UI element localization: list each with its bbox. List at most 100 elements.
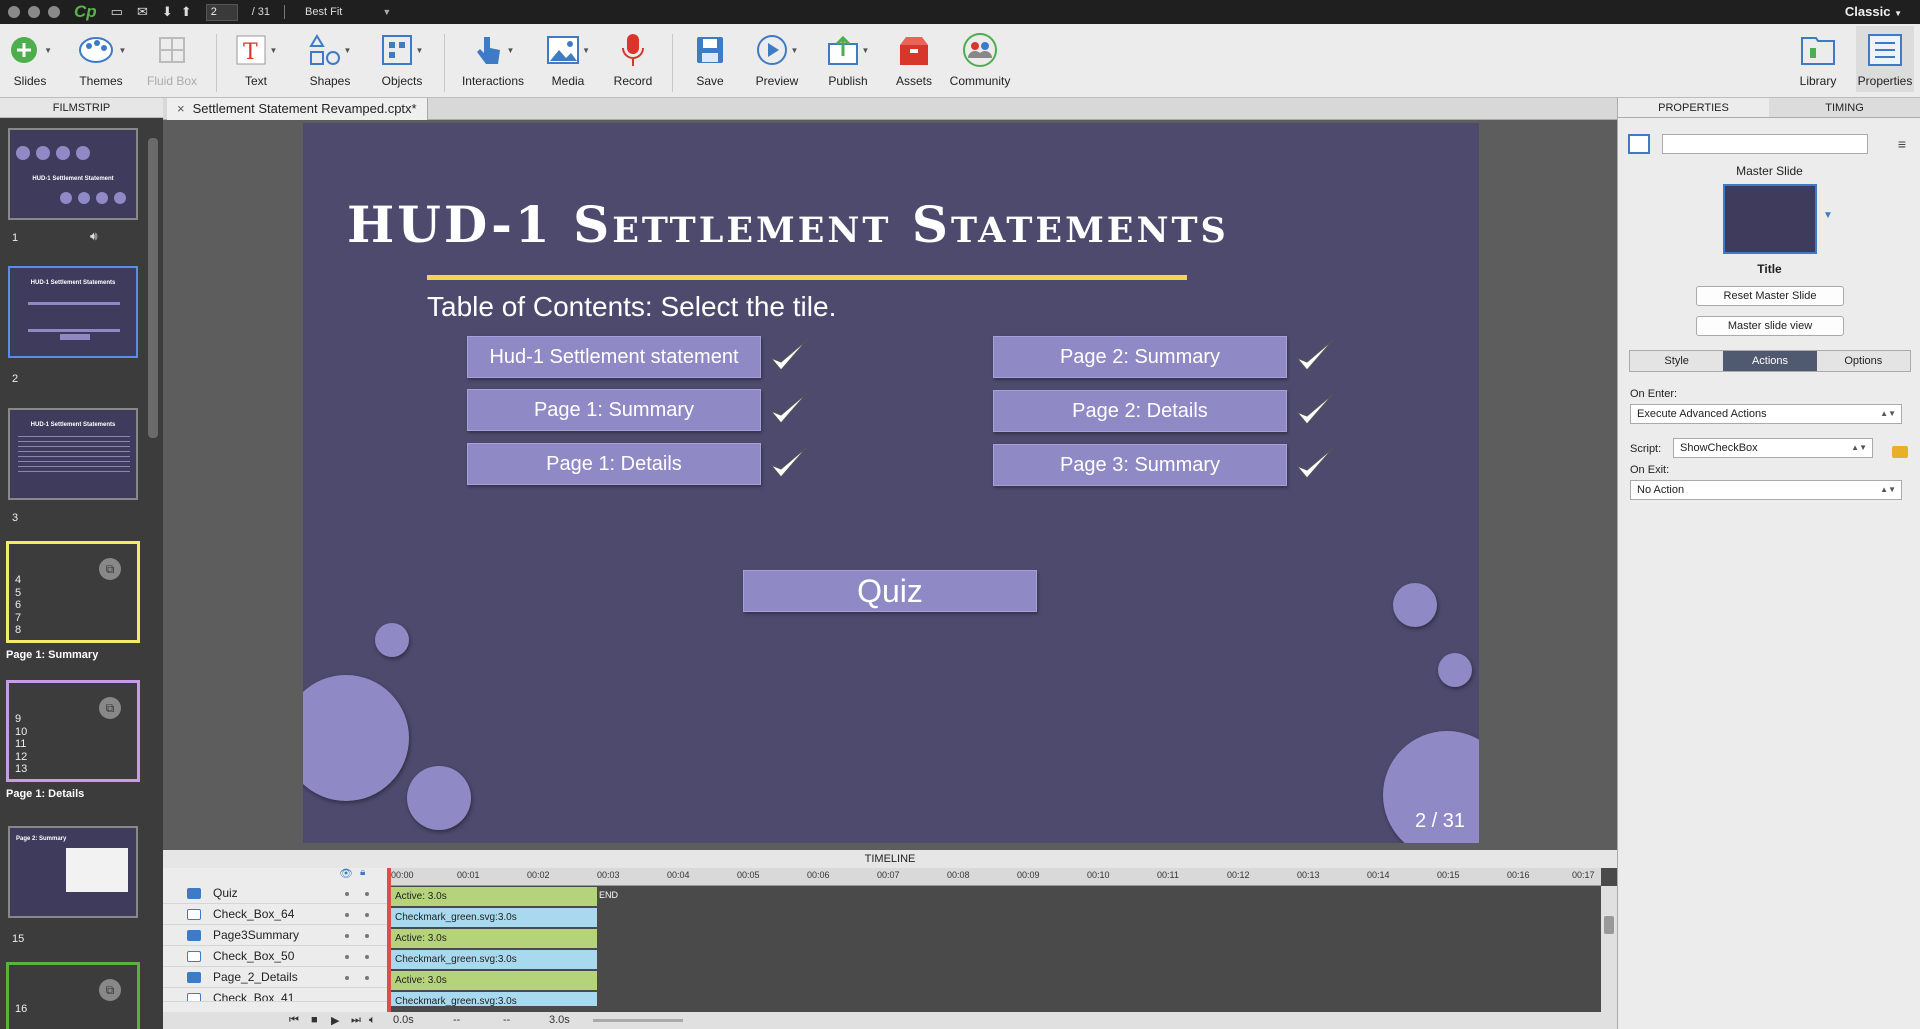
interactions-button[interactable]: ▼ Interactions: [460, 30, 526, 88]
decorative-circle[interactable]: [375, 623, 409, 657]
tab-options[interactable]: Options: [1817, 351, 1910, 371]
checkmark-icon[interactable]: [767, 336, 811, 376]
forward-icon[interactable]: ⏭: [351, 1014, 361, 1027]
mail-icon[interactable]: ✉: [137, 4, 148, 20]
checkmark-icon[interactable]: [767, 443, 811, 483]
slide-thumbnail-3[interactable]: HUD-1 Settlement Statements: [8, 408, 138, 500]
slide-subtitle[interactable]: Table of Contents: Select the tile.: [427, 291, 836, 323]
reset-master-slide-button[interactable]: Reset Master Slide: [1696, 286, 1844, 306]
filmstrip-scrollbar[interactable]: [148, 138, 158, 438]
timeline-bar[interactable]: Active: 3.0s: [387, 971, 597, 990]
slide-group-page1-summary[interactable]: ⧉ 45678: [6, 541, 140, 643]
checkmark-icon[interactable]: [1293, 444, 1337, 484]
text-button[interactable]: T ▼ Text: [232, 30, 280, 88]
checkmark-icon[interactable]: [1293, 390, 1337, 430]
chevron-down-icon[interactable]: ▼: [1823, 210, 1833, 221]
object-style-icon[interactable]: [1628, 134, 1650, 154]
stop-icon[interactable]: ■: [311, 1014, 318, 1026]
publish-button[interactable]: ▼ Publish: [822, 30, 874, 88]
timeline-row[interactable]: Page3Summary: [163, 925, 387, 946]
arrow-up-icon[interactable]: ⬆: [181, 4, 192, 20]
checkmark-icon[interactable]: [1293, 336, 1337, 376]
timeline-ruler[interactable]: 00:00 00:01 00:02 00:03 00:04 00:05 00:0…: [387, 868, 1601, 886]
zoom-window-button[interactable]: [48, 6, 60, 18]
slides-button[interactable]: ▼ Slides: [8, 30, 52, 88]
preview-screen-icon[interactable]: ▭: [111, 4, 123, 20]
object-name-input[interactable]: [1662, 134, 1868, 154]
shapes-button[interactable]: ▼ Shapes: [306, 30, 354, 88]
slide-thumbnail-1[interactable]: HUD-1 Settlement Statement: [8, 128, 138, 220]
slide-thumbnail-15[interactable]: Page 2: Summary: [8, 826, 138, 918]
timeline-bar[interactable]: Checkmark_green.svg:3.0s: [387, 908, 597, 927]
panel-menu-icon[interactable]: ≡: [1898, 136, 1906, 152]
document-tab[interactable]: × Settlement Statement Revamped.cptx*: [167, 98, 428, 120]
zoom-select[interactable]: Best Fit: [305, 6, 342, 18]
scrollbar-thumb[interactable]: [1604, 916, 1614, 934]
arrow-down-icon[interactable]: ⬇: [162, 4, 173, 20]
timeline-playhead[interactable]: [387, 868, 391, 1012]
toc-button[interactable]: Hud-1 Settlement statement: [467, 336, 761, 378]
assets-button[interactable]: Assets: [892, 30, 936, 88]
decorative-circle[interactable]: [1438, 653, 1472, 687]
community-button[interactable]: Community: [946, 30, 1014, 88]
lock-icon[interactable]: 🔒︎: [360, 867, 365, 878]
slide-group-page1-details[interactable]: ⧉ 9 10 11 12 13: [6, 680, 140, 782]
tab-timing[interactable]: TIMING: [1769, 98, 1920, 117]
slide-group-3[interactable]: ⧉ 16: [6, 962, 140, 1029]
toc-button[interactable]: Page 3: Summary: [993, 444, 1287, 486]
script-select[interactable]: ShowCheckBox ▲▼: [1673, 438, 1873, 458]
themes-button[interactable]: ▼ Themes: [74, 30, 128, 88]
timeline-bar[interactable]: Checkmark_green.svg:3.0s: [387, 950, 597, 969]
timeline-bar[interactable]: Checkmark_green.svg:3.0s: [387, 992, 597, 1006]
speaker-icon[interactable]: 🔈︎: [369, 1014, 376, 1027]
timeline-bar[interactable]: Active: 3.0s: [387, 929, 597, 948]
properties-button[interactable]: Properties: [1856, 26, 1914, 92]
slide-title[interactable]: HUD-1 Settlement Statements: [347, 195, 1229, 254]
toc-button[interactable]: Page 1: Details: [467, 443, 761, 485]
close-window-button[interactable]: [8, 6, 20, 18]
timeline-scrollbar[interactable]: [1601, 886, 1617, 1012]
timeline-row[interactable]: Check_Box_41: [163, 988, 387, 1002]
timeline-row[interactable]: Check_Box_64: [163, 904, 387, 925]
tab-style[interactable]: Style: [1630, 351, 1723, 371]
toc-button[interactable]: Page 2: Details: [993, 390, 1287, 432]
rewind-icon[interactable]: ⏮: [289, 1014, 299, 1027]
master-slide-thumbnail[interactable]: [1723, 184, 1817, 254]
zoom-slider[interactable]: [593, 1019, 683, 1022]
tab-properties[interactable]: PROPERTIES: [1618, 98, 1769, 117]
folder-icon[interactable]: [1892, 446, 1908, 458]
slide-counter[interactable]: 2 / 31: [1415, 810, 1465, 833]
workspace-switcher[interactable]: Classic ▼: [1845, 4, 1902, 19]
play-icon[interactable]: ▶: [331, 1014, 339, 1027]
on-enter-select[interactable]: Execute Advanced Actions ▲▼: [1630, 404, 1902, 424]
chevron-down-icon[interactable]: ▼: [382, 7, 391, 17]
preview-button[interactable]: ▼ Preview: [752, 30, 802, 88]
timeline-row[interactable]: Page_2_Details: [163, 967, 387, 988]
minimize-window-button[interactable]: [28, 6, 40, 18]
on-exit-select[interactable]: No Action ▲▼: [1630, 480, 1902, 500]
record-button[interactable]: Record: [610, 30, 656, 88]
checkmark-icon[interactable]: [767, 389, 811, 429]
quiz-button[interactable]: Quiz: [743, 570, 1037, 612]
toc-button[interactable]: Page 1: Summary: [467, 389, 761, 431]
slide-thumbnail-2[interactable]: HUD-1 Settlement Statements: [8, 266, 138, 358]
save-button[interactable]: Save: [688, 30, 732, 88]
master-slide-view-button[interactable]: Master slide view: [1696, 316, 1844, 336]
eye-icon[interactable]: 👁︎: [339, 867, 353, 880]
title-underline[interactable]: [427, 275, 1187, 280]
timeline-row[interactable]: Check_Box_50: [163, 946, 387, 967]
objects-button[interactable]: ▼ Objects: [378, 30, 426, 88]
close-tab-icon[interactable]: ×: [177, 101, 185, 116]
toc-button[interactable]: Page 2: Summary: [993, 336, 1287, 378]
timeline-row[interactable]: Quiz: [163, 883, 387, 904]
tab-actions[interactable]: Actions: [1723, 351, 1817, 371]
decorative-circle[interactable]: [303, 675, 409, 801]
library-button[interactable]: Library: [1792, 30, 1844, 88]
fluid-box-button[interactable]: Fluid Box: [146, 30, 198, 88]
slide-canvas[interactable]: HUD-1 Settlement Statements Table of Con…: [303, 123, 1479, 843]
media-button[interactable]: ▼ Media: [546, 30, 590, 88]
timeline-bar[interactable]: Active: 3.0s: [387, 887, 597, 906]
page-number-input[interactable]: [205, 3, 238, 21]
decorative-circle[interactable]: [1393, 583, 1437, 627]
decorative-circle[interactable]: [407, 766, 471, 830]
